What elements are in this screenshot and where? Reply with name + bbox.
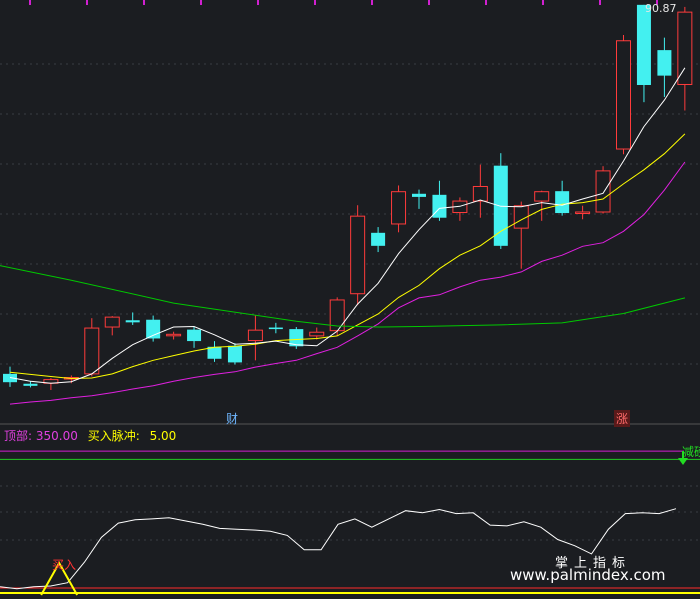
- candle-body-1: [23, 383, 38, 386]
- candle-body-12: [247, 329, 263, 342]
- legend-top-label: 顶部:: [4, 429, 33, 443]
- candle-body-28: [575, 211, 591, 214]
- ma5-line: [9, 67, 686, 384]
- stock-chart: [0, 0, 700, 596]
- candle-body-17: [350, 215, 366, 295]
- legend-pulse-value: 5.00: [149, 429, 177, 443]
- candle-body-15: [309, 331, 325, 337]
- sell-signal-label: 减磅: [682, 445, 700, 459]
- rise-badge: 涨: [614, 410, 631, 427]
- legend-top-value: 350.00: [35, 429, 78, 443]
- candle-body-13: [268, 327, 283, 330]
- candle-body-4: [84, 327, 100, 375]
- candle-body-5: [104, 316, 120, 328]
- buy-signal-label: 买入: [52, 558, 77, 572]
- finance-badge: 财: [226, 412, 239, 426]
- candle-body-11: [227, 345, 242, 363]
- candle-body-33: [677, 11, 693, 85]
- candle-body-9: [187, 329, 202, 342]
- chart-stage: 90.87 财 涨 顶部: 350.00 买入脉冲: 5.00 减磅 买入 掌上…: [0, 0, 700, 599]
- watermark-url: www.palmindex.com: [510, 566, 666, 584]
- candle-body-24: [493, 165, 508, 246]
- candle-body-21: [432, 194, 447, 218]
- legend-pulse-label: 买入脉冲:: [87, 429, 140, 443]
- candle-body-19: [391, 191, 407, 225]
- candle-body-32: [657, 50, 672, 76]
- indicator-legend: 顶部: 350.00 买入脉冲: 5.00: [4, 427, 176, 444]
- candle-body-29: [595, 170, 611, 213]
- candle-body-20: [412, 193, 426, 197]
- candle-body-30: [616, 40, 631, 150]
- candle-body-27: [555, 191, 570, 214]
- candle-body-18: [371, 232, 386, 246]
- candle-body-31: [636, 4, 651, 85]
- candle-body-23: [472, 185, 488, 202]
- candle-body-6: [125, 320, 140, 323]
- candle-body-26: [534, 191, 550, 202]
- high-price-label: 90.87: [645, 2, 677, 15]
- candle-body-8: [166, 333, 182, 337]
